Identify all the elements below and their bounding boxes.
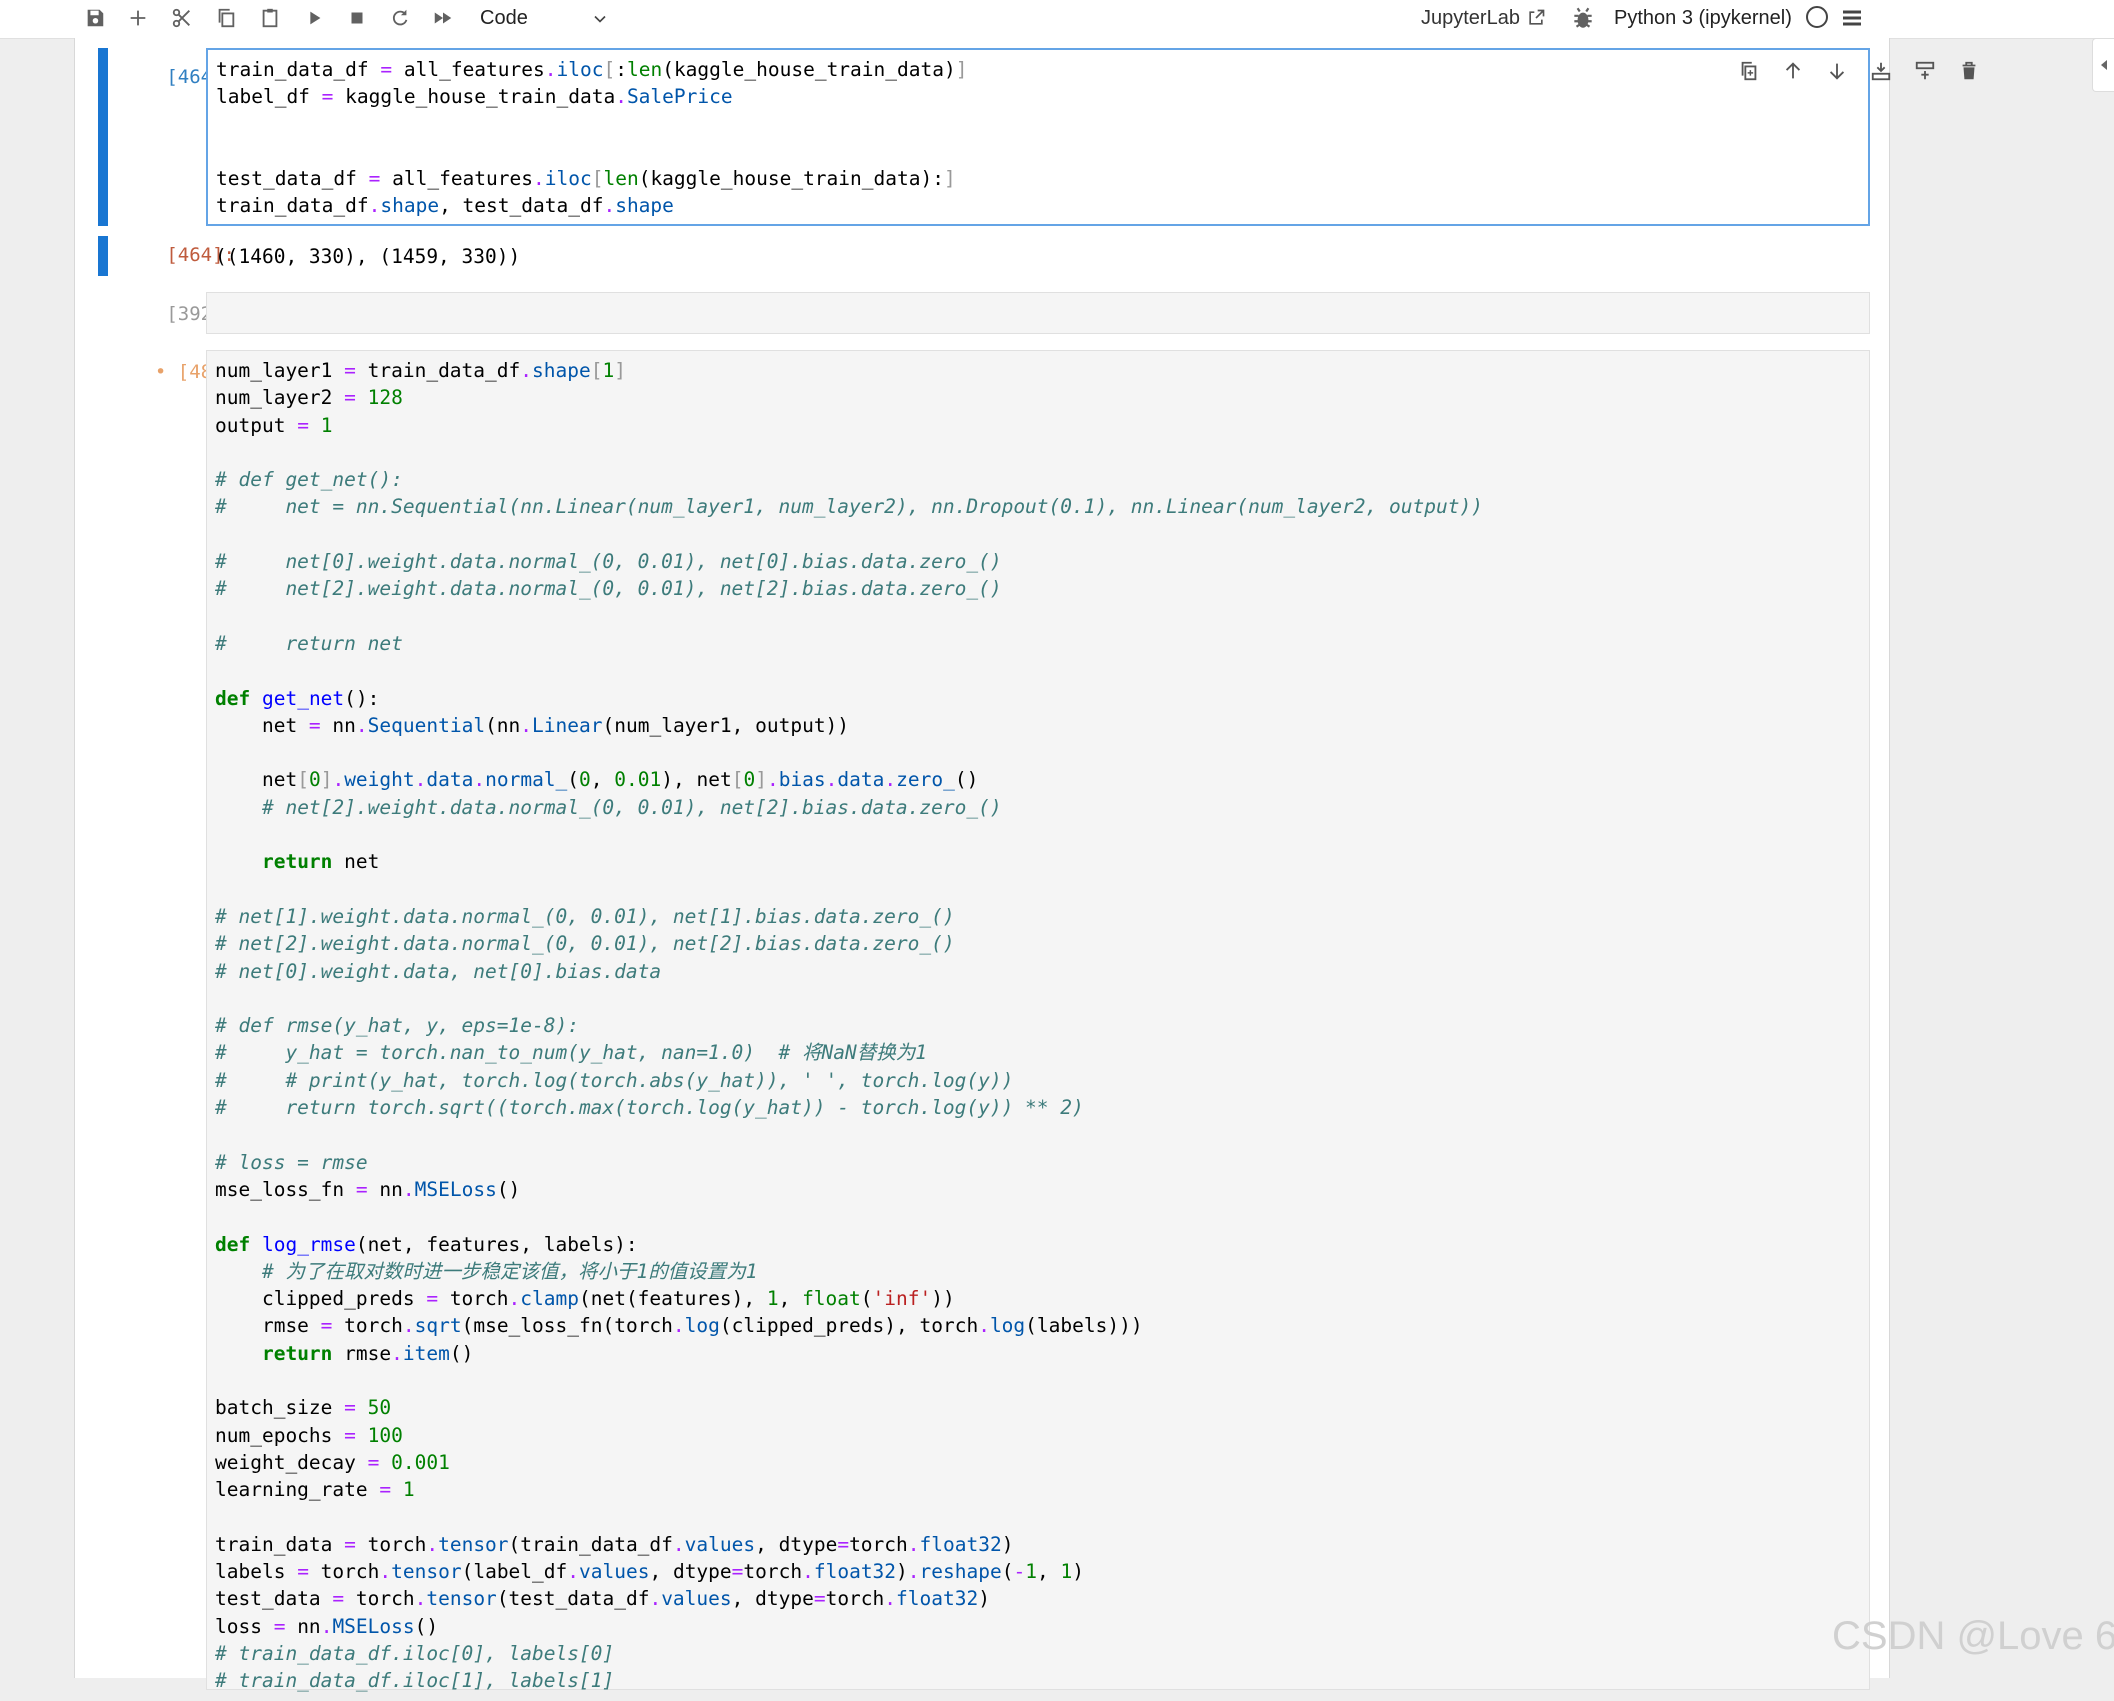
add-cell-button[interactable] (120, 3, 156, 33)
code-editor[interactable]: num_layer1 = train_data_df.shape[1] num_… (206, 350, 1870, 1692)
bug-icon[interactable] (1570, 5, 1596, 31)
jupyterlab-label: JupyterLab (1421, 6, 1520, 29)
cell-selection-bar[interactable] (98, 48, 108, 226)
move-up-button[interactable] (1777, 56, 1809, 86)
save-icon (87, 9, 104, 27)
code-cell[interactable]: • [485… num_layer1 = train_data_df.shape… (75, 350, 1889, 1692)
delete-cell-button[interactable] (1953, 56, 1985, 86)
fast-forward-icon (434, 12, 452, 24)
restart-icon (392, 9, 408, 26)
save-button[interactable] (77, 3, 113, 33)
code-cell[interactable]: [392]: (75, 292, 1889, 336)
stop-button[interactable] (339, 3, 375, 33)
kernel-name[interactable]: Python 3 (ipykernel) (1614, 3, 1792, 33)
kernel-status-icon (1806, 6, 1828, 28)
insert-below-icon (1915, 61, 1935, 80)
delete-icon (1962, 61, 1976, 80)
move-up-icon (1785, 62, 1801, 79)
cell-toolbar (1733, 56, 1985, 86)
notebook-toolbar: Code JupyterLab Python 3 (ipykernel) (0, 0, 2114, 39)
notebook-panel: [464]: train_data_df = all_features.iloc… (74, 38, 1976, 1692)
code-text[interactable]: num_layer1 = train_data_df.shape[1] num_… (207, 351, 1869, 1701)
external-link-icon (1529, 9, 1545, 25)
add-icon (130, 10, 146, 26)
paste-icon (262, 8, 278, 28)
duplicate-icon (1741, 61, 1757, 81)
menu-icon[interactable] (1840, 5, 1864, 31)
chevron-left-icon (2101, 60, 2107, 70)
move-down-button[interactable] (1821, 56, 1853, 86)
right-sidebar-toggle[interactable] (2092, 38, 2114, 92)
cell-type-select[interactable]: Code (480, 3, 610, 33)
watermark: CSDN @Love 6 (1832, 1614, 2114, 1658)
move-down-icon (1829, 63, 1845, 80)
cut-button[interactable] (164, 3, 200, 33)
cell-type-value: Code (480, 6, 528, 29)
chevron-down-icon (594, 15, 606, 23)
open-jupyterlab-link[interactable]: JupyterLab (1421, 3, 1546, 33)
stop-icon (351, 12, 363, 24)
output-text: ((1460, 330), (1459, 330)) (215, 245, 521, 268)
cut-icon (172, 8, 190, 28)
run-button[interactable] (296, 3, 332, 33)
restart-button[interactable] (382, 3, 418, 33)
code-editor[interactable]: train_data_df = all_features.iloc[:len(k… (206, 48, 1976, 226)
duplicate-cell-button[interactable] (1733, 56, 1765, 86)
code-text[interactable]: train_data_df = all_features.iloc[:len(k… (208, 50, 1868, 226)
insert-above-button[interactable] (1865, 56, 1897, 86)
insert-below-button[interactable] (1909, 56, 1941, 86)
run-all-button[interactable] (425, 3, 461, 33)
insert-above-icon (1871, 62, 1891, 81)
output-selection-bar[interactable] (98, 236, 108, 276)
copy-icon (218, 8, 235, 28)
copy-button[interactable] (208, 3, 244, 33)
run-icon (310, 11, 321, 25)
code-editor[interactable] (206, 292, 1870, 334)
output-area: [464]: ((1460, 330), (1459, 330)) (75, 234, 1889, 278)
code-cell[interactable]: [464]: train_data_df = all_features.iloc… (75, 48, 1976, 236)
paste-button[interactable] (252, 3, 288, 33)
